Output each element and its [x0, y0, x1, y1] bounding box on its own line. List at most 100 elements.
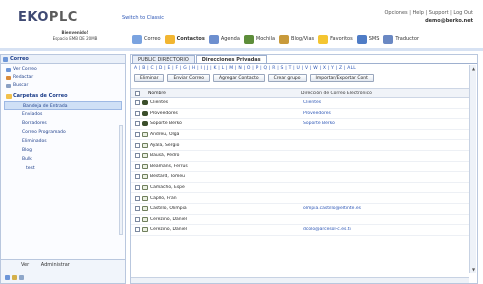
table-row[interactable]: Cerezino, Daniel dcolo@arcesol-c.es.ti: [131, 225, 469, 236]
contact-email[interactable]: olmpia.castillo@eltinte.es: [303, 206, 361, 211]
row-checkbox[interactable]: [135, 206, 140, 212]
app-traductor[interactable]: Traductor: [383, 34, 419, 44]
app-agenda[interactable]: Agenda: [208, 34, 240, 44]
table-row[interactable]: Clientes Clientes: [131, 98, 469, 109]
scroll-up-icon[interactable]: ▲: [471, 66, 476, 71]
table-row[interactable]: Andreu, Olga: [131, 130, 469, 141]
table-row[interactable]: Soporte Berko Soporte Berko: [131, 119, 469, 130]
row-checkbox[interactable]: [135, 174, 140, 180]
ekoplc-logo[interactable]: EKOPLC: [18, 10, 78, 25]
row-checkbox[interactable]: [135, 216, 140, 222]
table-row[interactable]: Castillo, Olimpia olmpia.castillo@eltinte…: [131, 204, 469, 215]
contacts-small-icon[interactable]: [19, 275, 24, 280]
contact-name[interactable]: Bestard, Tomeu: [150, 174, 303, 179]
folder-correo-programado[interactable]: Correo Programado: [4, 128, 122, 137]
group-icon: [142, 110, 148, 116]
row-checkbox[interactable]: [135, 185, 140, 191]
column-email[interactable]: Dirección de Correo Electrónico: [301, 91, 372, 96]
contact-email[interactable]: dcolo@arcesol-c.es.ti: [303, 227, 351, 232]
row-checkbox[interactable]: [135, 195, 140, 201]
eliminar-button[interactable]: Eliminar: [134, 74, 165, 82]
contact-email[interactable]: Proveedores: [303, 111, 331, 116]
table-row[interactable]: Proveedores Proveedores: [131, 109, 469, 120]
contact-name[interactable]: Capllo, Fran: [150, 196, 303, 201]
row-checkbox[interactable]: [135, 110, 140, 116]
contact-name[interactable]: Soporte Berko: [150, 121, 303, 126]
sidebar-item-ver-correo[interactable]: Ver Correo: [4, 66, 122, 74]
blog-icon: [279, 34, 290, 44]
contact-name[interactable]: Clientes: [150, 100, 303, 105]
scroll-down-icon[interactable]: ▼: [471, 267, 476, 272]
row-checkbox[interactable]: [135, 132, 140, 138]
contact-name[interactable]: Proveedores: [150, 111, 303, 116]
table-row[interactable]: Bestard, Tomeu: [131, 172, 469, 183]
folders-group-title[interactable]: Carpetas de Correo: [4, 92, 122, 101]
table-row[interactable]: Cerezino, Daniel: [131, 215, 469, 226]
app-mochila[interactable]: Mochila: [243, 34, 275, 44]
contact-name[interactable]: Bausà, Pedro: [150, 153, 303, 158]
table-row[interactable]: Bausà, Pedro: [131, 151, 469, 162]
row-checkbox[interactable]: [135, 121, 140, 127]
contacts-toolbar: Eliminar Enviar Correo Agregar Contacto …: [131, 73, 477, 83]
tab-public-directorio[interactable]: PUBLIC DIRECTORIO: [132, 55, 195, 63]
top-links[interactable]: Opciones | Help | Support | Log Out demo…: [385, 9, 474, 25]
pencil-icon: [6, 76, 11, 80]
enviar-correo-button[interactable]: Enviar Correo: [167, 74, 211, 82]
top-links-text[interactable]: Opciones | Help | Support | Log Out: [385, 9, 474, 17]
contact-name[interactable]: Beamans, Ferrus: [150, 164, 303, 169]
table-row[interactable]: Ayala, Sergio: [131, 140, 469, 151]
folder-bandeja-de-entrada[interactable]: Bandeja de Entrada: [4, 101, 122, 110]
folder-bulk[interactable]: Bulk: [4, 155, 122, 164]
administrar-link[interactable]: Administrar: [41, 262, 70, 268]
contact-card-icon: [142, 227, 148, 233]
contact-name[interactable]: Camacho, Espe: [150, 185, 303, 190]
column-nombre[interactable]: Nombre: [131, 91, 301, 96]
contacts-horizontal-scrollbar[interactable]: [131, 277, 469, 283]
welcome-box: Bienvenido! Espacio EMB DE 20MB: [30, 30, 120, 42]
sidebar-footer: Ver Administrar: [1, 259, 125, 283]
folder-blog[interactable]: Blog: [4, 146, 122, 155]
app-contactos[interactable]: Contactos: [164, 34, 205, 44]
contact-name[interactable]: Cerezino, Daniel: [150, 217, 303, 222]
app-correo[interactable]: Correo: [132, 34, 161, 44]
alphabet-filter[interactable]: A | B | C | D | E | F | G | H | I | J | …: [131, 64, 477, 73]
contact-email[interactable]: Clientes: [303, 100, 321, 105]
contact-name[interactable]: Andreu, Olga: [150, 132, 303, 137]
row-checkbox[interactable]: [135, 142, 140, 148]
row-checkbox[interactable]: [135, 163, 140, 169]
contacts-scrollbar[interactable]: ▲ ▼: [469, 65, 476, 273]
contact-email[interactable]: Soporte Berko: [303, 121, 335, 126]
importar-exportar-button[interactable]: Importar/Exportar Cont: [309, 74, 374, 82]
switch-to-classic-link[interactable]: Switch to Classic: [122, 15, 164, 21]
contact-card-icon: [142, 195, 148, 201]
app-favoritos[interactable]: Favoritos: [318, 34, 353, 44]
crear-grupo-button[interactable]: Crear grupo: [267, 74, 307, 82]
row-checkbox[interactable]: [135, 227, 140, 233]
row-checkbox[interactable]: [135, 100, 140, 106]
sidebar-scrollbar[interactable]: [119, 125, 123, 235]
folder-eliminados[interactable]: Eliminados: [4, 137, 122, 146]
tab-direcciones-privadas[interactable]: Direcciones Privadas: [195, 55, 267, 63]
contact-card-icon: [142, 174, 148, 180]
sidebar-item-redactar[interactable]: Redactar: [4, 74, 122, 82]
sidebar-title[interactable]: Correo: [1, 55, 125, 64]
app-blog[interactable]: Blog/Vias: [279, 34, 314, 44]
agregar-contacto-button[interactable]: Agregar Contacto: [213, 74, 265, 82]
contact-name[interactable]: Cerezino, Daniel: [150, 227, 303, 232]
contact-name[interactable]: Ayala, Sergio: [150, 143, 303, 148]
table-row[interactable]: Beamans, Ferrus: [131, 162, 469, 173]
app-sms[interactable]: SMS: [356, 34, 379, 44]
table-row[interactable]: Capllo, Fran: [131, 193, 469, 204]
row-checkbox[interactable]: [135, 153, 140, 159]
calendar-small-icon[interactable]: [12, 275, 17, 280]
contact-name[interactable]: Castillo, Olimpia: [150, 206, 303, 211]
ver-link[interactable]: Ver: [21, 262, 29, 268]
folder-borradores[interactable]: Borradores: [4, 119, 122, 128]
mail-small-icon[interactable]: [5, 275, 10, 280]
folder-enviados[interactable]: Enviados: [4, 110, 122, 119]
table-row[interactable]: Camacho, Espe: [131, 183, 469, 194]
select-all-checkbox[interactable]: [135, 90, 140, 96]
contact-card-icon: [142, 206, 148, 212]
sidebar-item-buscar[interactable]: Buscar: [4, 82, 122, 90]
folder-test[interactable]: test: [4, 164, 122, 173]
